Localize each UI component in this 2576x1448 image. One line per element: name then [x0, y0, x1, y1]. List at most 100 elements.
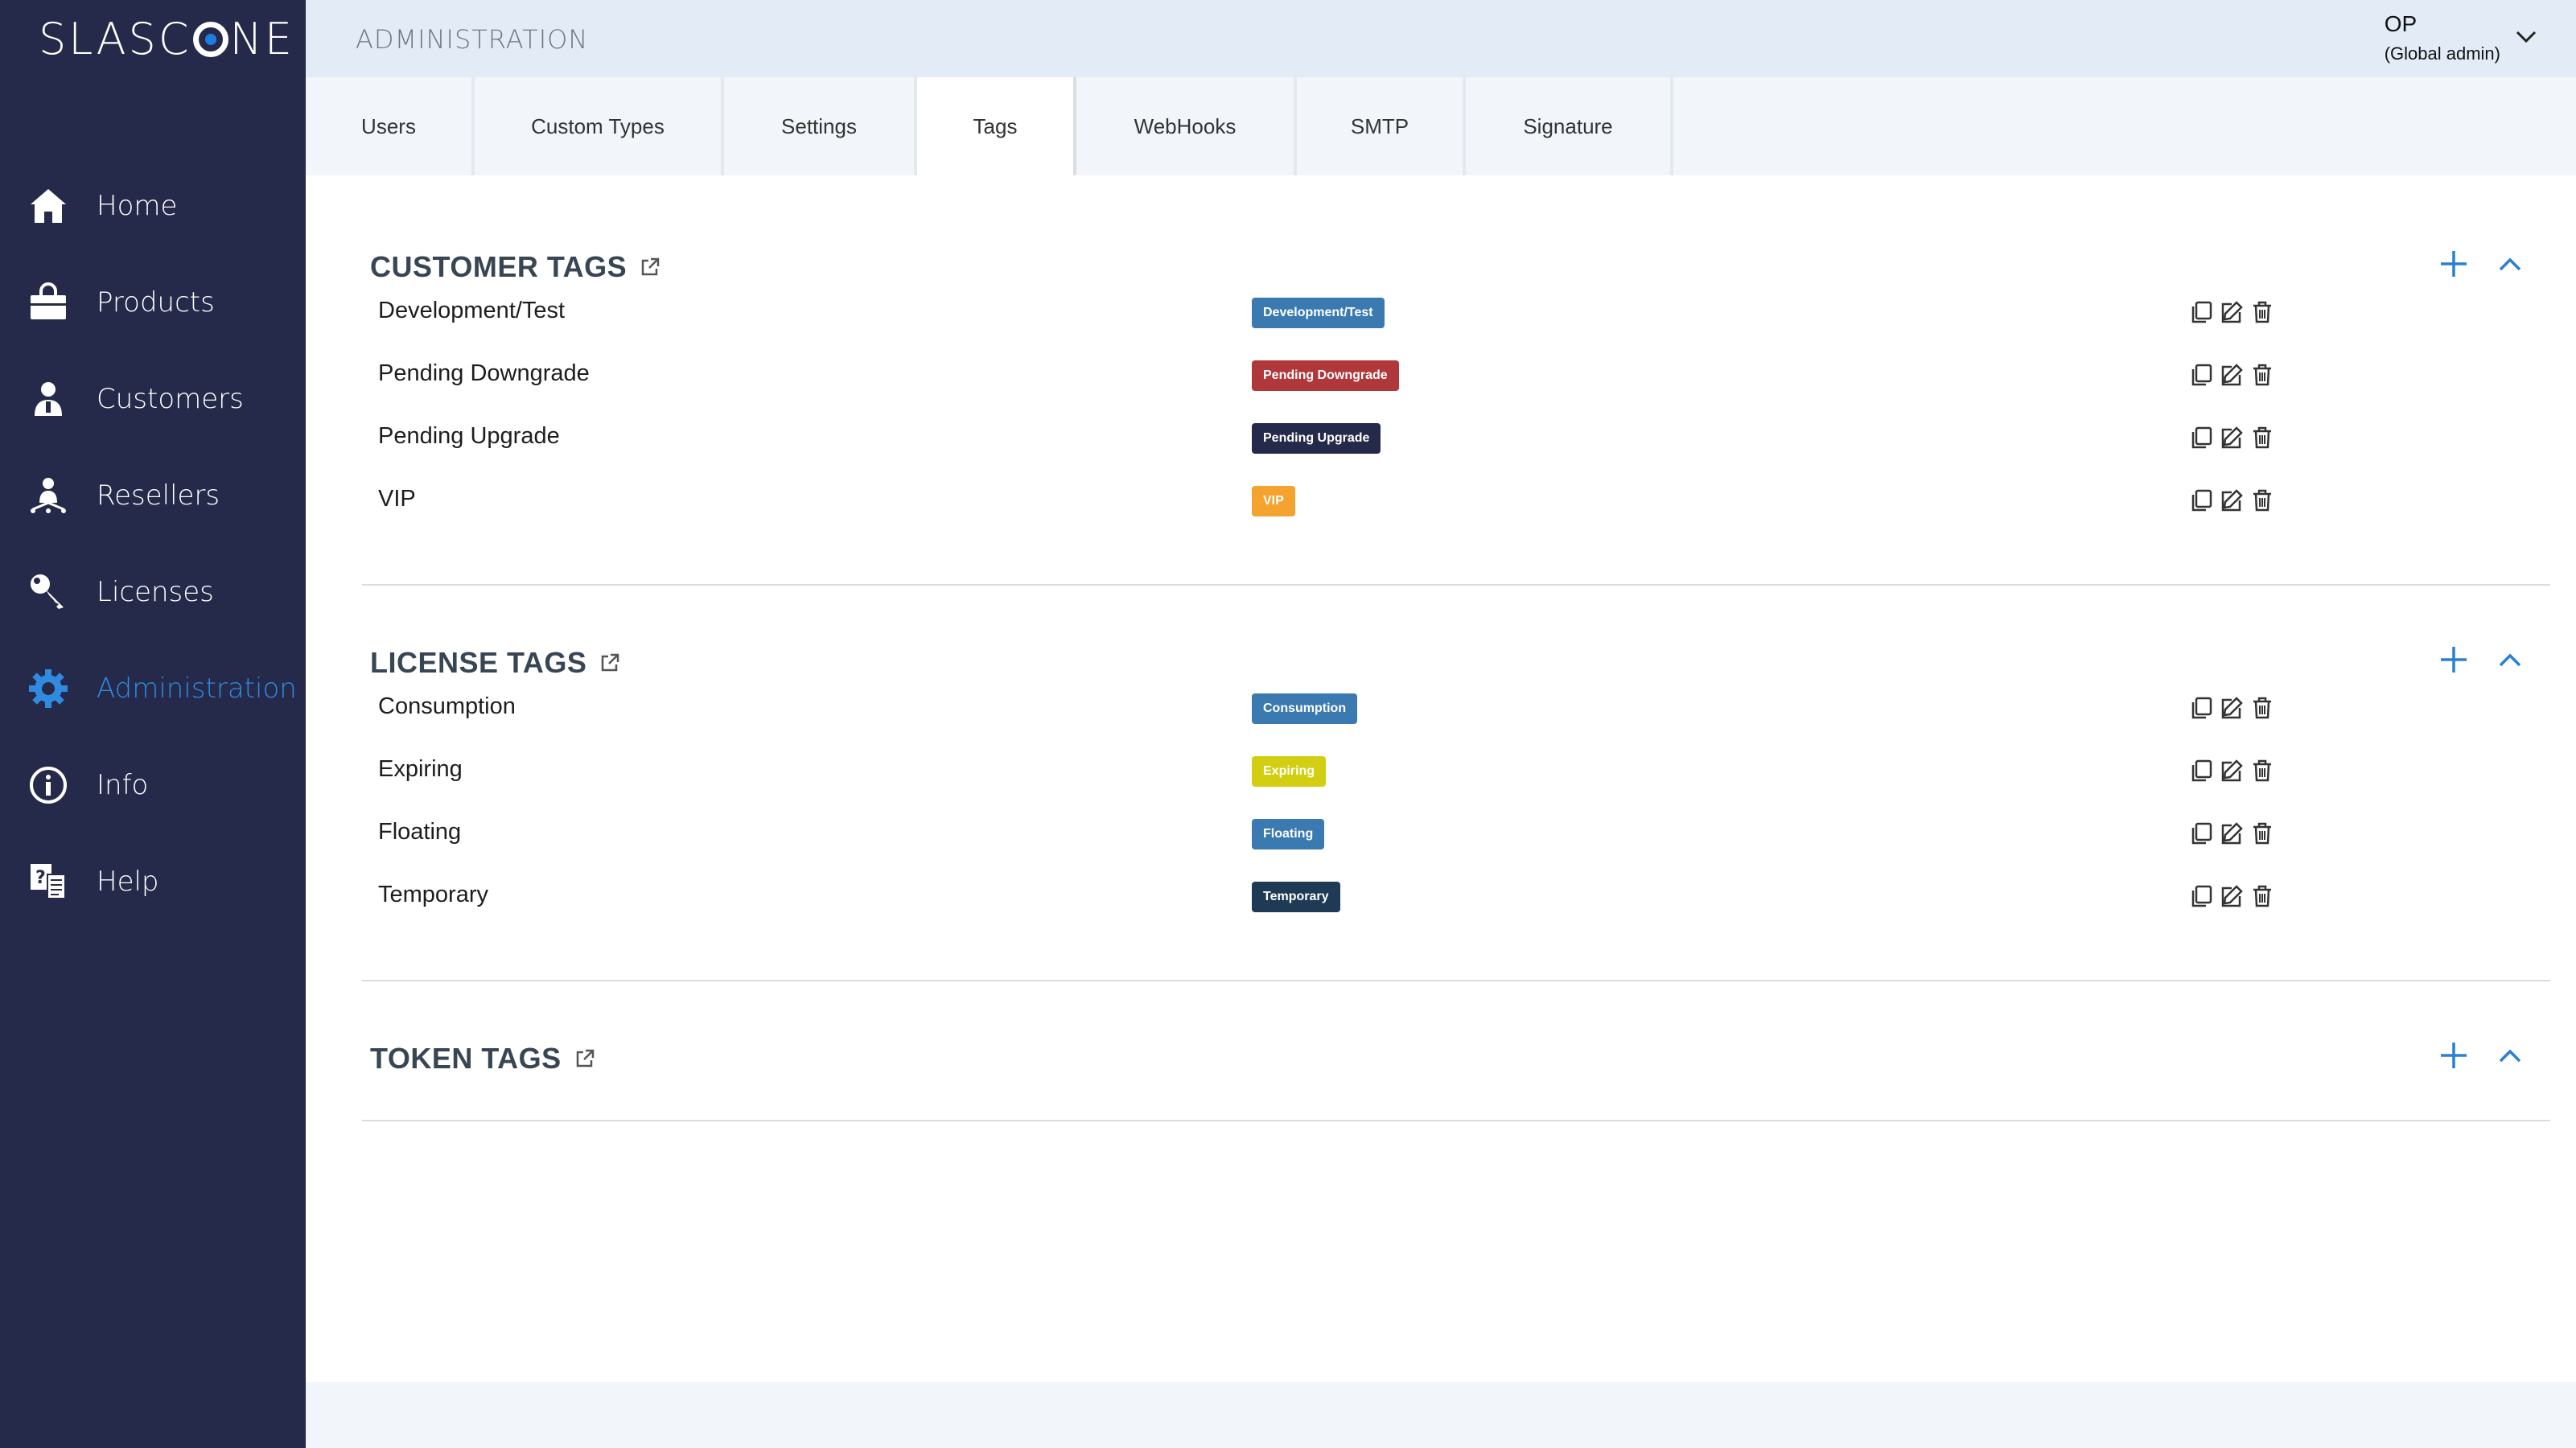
sidebar-item-customers[interactable]: Customers: [0, 351, 306, 447]
tag-row: Expiring Expiring: [378, 748, 2534, 796]
edit-icon[interactable]: [2219, 821, 2245, 846]
tags-content: CUSTOMER TAGS Development/Test Developmen…: [306, 175, 2576, 1382]
trash-icon[interactable]: [2249, 821, 2275, 846]
trash-icon[interactable]: [2249, 758, 2275, 784]
trash-icon[interactable]: [2249, 299, 2275, 325]
external-link-icon[interactable]: [640, 257, 660, 278]
sidebar-item-label: Licenses: [97, 576, 214, 608]
user-menu[interactable]: OP (Global admin): [2385, 11, 2500, 64]
sidebar-item-licenses[interactable]: Licenses: [0, 544, 306, 640]
chevron-up-icon[interactable]: [2494, 644, 2526, 676]
tag-badge: Temporary: [1252, 882, 1340, 912]
sidebar-item-administration[interactable]: Administration: [0, 640, 306, 737]
add-icon[interactable]: [2438, 644, 2470, 676]
tag-badge: VIP: [1252, 486, 1295, 516]
row-actions: [2188, 487, 2275, 513]
page-title: ADMINISTRATION: [356, 24, 589, 55]
copy-icon[interactable]: [2188, 821, 2214, 846]
tag-badge: Floating: [1252, 819, 1325, 849]
section-header: LICENSE TAGS: [370, 639, 620, 687]
row-actions: [2188, 695, 2275, 721]
tag-badge: Consumption: [1252, 693, 1358, 724]
chevron-down-icon[interactable]: [2513, 24, 2539, 50]
section-divider: [362, 1120, 2550, 1121]
section-divider: [362, 980, 2550, 981]
slascone-logo[interactable]: SLASC NE: [39, 13, 294, 64]
section-divider: [362, 584, 2550, 586]
tab-webhooks[interactable]: WebHooks: [1076, 77, 1297, 175]
edit-icon[interactable]: [2219, 299, 2245, 325]
external-link-icon[interactable]: [574, 1048, 595, 1069]
sidebar-item-label: Administration: [97, 673, 297, 705]
edit-icon[interactable]: [2219, 695, 2245, 721]
tag-badge: Pending Upgrade: [1252, 423, 1381, 454]
copy-icon[interactable]: [2188, 695, 2214, 721]
user-role: (Global admin): [2384, 43, 2500, 64]
add-icon[interactable]: [2438, 248, 2470, 280]
tab-signature[interactable]: Signature: [1466, 77, 1673, 175]
tab-smtp[interactable]: SMTP: [1297, 77, 1466, 175]
copy-icon[interactable]: [2188, 299, 2214, 325]
copy-icon[interactable]: [2188, 362, 2214, 388]
sidebar-item-resellers[interactable]: Resellers: [0, 447, 306, 544]
trash-icon[interactable]: [2249, 487, 2275, 513]
logo-text-right: NE: [229, 13, 295, 64]
tag-badge: Expiring: [1252, 756, 1327, 787]
tag-name: Expiring: [378, 756, 463, 782]
key-icon: [27, 571, 69, 613]
copy-icon[interactable]: [2188, 758, 2214, 784]
add-icon[interactable]: [2438, 1039, 2470, 1072]
sidebar-item-label: Help: [97, 866, 159, 898]
sidebar-item-label: Info: [97, 769, 149, 801]
section-header: TOKEN TAGS: [370, 1035, 595, 1083]
sidebar-item-label: Home: [97, 190, 178, 222]
tag-name: Temporary: [378, 882, 488, 907]
section-header: CUSTOMER TAGS: [370, 243, 660, 291]
trash-icon[interactable]: [2249, 425, 2275, 450]
edit-icon[interactable]: [2219, 758, 2245, 784]
edit-icon[interactable]: [2219, 362, 2245, 388]
sidebar-item-products[interactable]: Products: [0, 254, 306, 351]
sidebar-item-home[interactable]: Home: [0, 158, 306, 254]
copy-icon[interactable]: [2188, 425, 2214, 450]
tag-row: Pending Upgrade Pending Upgrade: [378, 415, 2534, 463]
row-actions: [2188, 758, 2275, 784]
shopping-bag-icon: [27, 282, 69, 323]
tag-row: Development/Test Development/Test: [378, 290, 2534, 338]
edit-icon[interactable]: [2219, 425, 2245, 450]
row-actions: [2188, 425, 2275, 450]
copy-icon[interactable]: [2188, 487, 2214, 513]
section-actions: [2438, 644, 2526, 676]
sidebar-item-help[interactable]: ? Help: [0, 833, 306, 930]
edit-icon[interactable]: [2219, 487, 2245, 513]
trash-icon[interactable]: [2249, 883, 2275, 909]
trash-icon[interactable]: [2249, 362, 2275, 388]
chevron-up-icon[interactable]: [2494, 248, 2526, 280]
external-link-icon[interactable]: [599, 652, 620, 673]
tab-custom-types[interactable]: Custom Types: [475, 77, 724, 175]
sidebar-item-label: Resellers: [97, 479, 220, 512]
trash-icon[interactable]: [2249, 695, 2275, 721]
reseller-icon: [27, 475, 69, 516]
row-actions: [2188, 362, 2275, 388]
copy-icon[interactable]: [2188, 883, 2214, 909]
tag-name: Floating: [378, 819, 462, 845]
help-icon: ?: [27, 861, 69, 903]
tag-name: Development/Test: [378, 298, 566, 323]
section-title: CUSTOMER TAGS: [370, 250, 628, 283]
sidebar-item-label: Customers: [97, 383, 244, 415]
edit-icon[interactable]: [2219, 883, 2245, 909]
page-footer-strip: [306, 1382, 2576, 1448]
tab-users[interactable]: Users: [306, 77, 475, 175]
chevron-up-icon[interactable]: [2494, 1039, 2526, 1072]
tab-tags[interactable]: Tags: [917, 77, 1076, 175]
section-actions: [2438, 1039, 2526, 1072]
tag-row: Floating Floating: [378, 811, 2534, 859]
sidebar-nav: Home Products Customers Resellers Licens…: [0, 158, 306, 930]
info-icon: [27, 764, 69, 806]
tab-settings[interactable]: Settings: [724, 77, 917, 175]
tag-name: Consumption: [378, 693, 516, 719]
tag-row: Temporary Temporary: [378, 874, 2534, 922]
user-name: OP: [2384, 11, 2418, 36]
sidebar-item-info[interactable]: Info: [0, 737, 306, 833]
